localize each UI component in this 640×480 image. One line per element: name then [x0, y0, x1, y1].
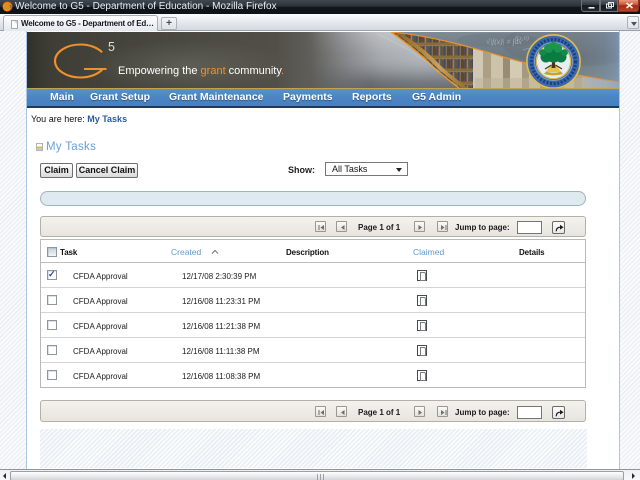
svg-text:Empowering the grant community: Empowering the grant community.	[118, 65, 284, 77]
svg-text:f(x,0): f(x,0)	[515, 35, 529, 42]
svg-text:5: 5	[108, 40, 115, 54]
